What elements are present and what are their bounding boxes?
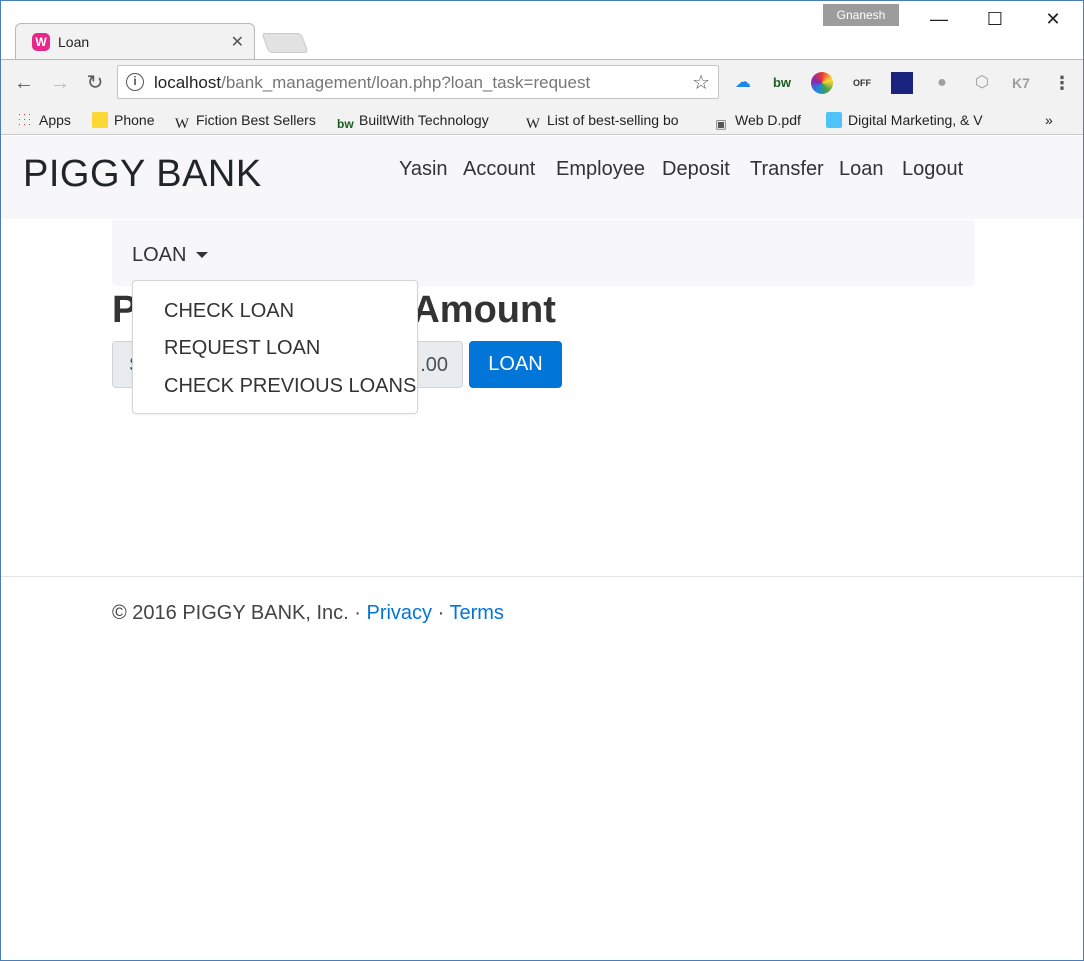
bookmark-list[interactable]: W List of best-selling bo [525, 109, 695, 131]
loan-subnav: LOAN [112, 220, 975, 286]
minimize-icon[interactable]: — [911, 5, 967, 33]
close-window-icon[interactable]: ✕ [1025, 5, 1081, 33]
tab-title: Loan [58, 34, 90, 50]
info-icon[interactable]: i [126, 73, 144, 91]
terms-link[interactable]: Terms [449, 602, 503, 624]
bookmark-label: Digital Marketing, & V [848, 112, 983, 128]
cube-icon[interactable]: ⬡ [971, 72, 993, 94]
wikipedia-icon: W [525, 116, 541, 131]
nav-loan[interactable]: Loan [839, 158, 884, 181]
nav-employee[interactable]: Employee [556, 158, 645, 181]
url-host: localhost [154, 73, 222, 92]
nav-logout[interactable]: Logout [902, 158, 963, 181]
apps-grid-icon [17, 112, 33, 128]
image-icon[interactable] [891, 72, 913, 94]
close-tab-icon[interactable]: ✕ [231, 32, 244, 52]
footer-divider [1, 576, 1083, 577]
page-icon [826, 112, 842, 128]
bookmark-label: Fiction Best Sellers [196, 112, 316, 128]
bw-icon[interactable]: bw [771, 72, 793, 94]
bookmark-fiction[interactable]: W Fiction Best Sellers [174, 109, 316, 132]
menu-icon[interactable]: ⋮ [1051, 72, 1073, 94]
bookmark-star-icon[interactable]: ☆ [692, 70, 710, 95]
bookmark-builtwith[interactable]: bw BuiltWith Technology [337, 109, 489, 131]
footer-separator: · [432, 602, 450, 624]
bookmark-digital[interactable]: Digital Marketing, & V [826, 109, 998, 131]
menu-item-check-previous-loans[interactable]: CHECK PREVIOUS LOANS [164, 375, 416, 398]
bookmark-label: Apps [39, 112, 71, 128]
caret-down-icon [196, 252, 209, 258]
site-navbar: PIGGY BANK Yasin Account Employee Deposi… [1, 136, 1083, 219]
wamp-favicon-icon: W [32, 33, 50, 51]
nav-user[interactable]: Yasin [399, 158, 448, 181]
reload-icon[interactable]: ↻ [82, 70, 108, 96]
pdf-icon: ▣ [715, 117, 727, 131]
profile-badge[interactable]: Gnanesh [823, 4, 899, 26]
browser-tab[interactable]: W Loan ✕ [15, 23, 255, 60]
browser-window: W Loan ✕ Gnanesh — ☐ ✕ ← → ↻ i localhost… [0, 0, 1084, 961]
url-path: /bank_management/loan.php?loan_task=requ… [221, 73, 591, 92]
bookmark-apps[interactable]: Apps [17, 109, 71, 131]
maximize-icon[interactable]: ☐ [967, 5, 1023, 33]
page-footer: © 2016 PIGGY BANK, Inc. · Privacy · Term… [112, 602, 504, 625]
loan-dropdown-toggle[interactable]: LOAN [132, 244, 209, 267]
new-tab-button[interactable] [261, 33, 309, 53]
nav-account[interactable]: Account [463, 158, 535, 181]
privacy-link[interactable]: Privacy [366, 602, 432, 624]
menu-item-check-loan[interactable]: CHECK LOAN [164, 300, 294, 323]
loan-submit-button[interactable]: LOAN [469, 341, 562, 388]
bookmark-label: Phone [114, 112, 155, 128]
address-bar[interactable]: i localhost/bank_management/loan.php?loa… [117, 65, 719, 99]
bookmark-label: List of best-selling bo [547, 112, 679, 128]
globe-icon[interactable]: ● [931, 72, 953, 94]
nav-transfer[interactable]: Transfer [750, 158, 824, 181]
color-wheel-icon[interactable] [811, 72, 833, 94]
brand-logo[interactable]: PIGGY BANK [23, 153, 262, 196]
folder-icon [92, 112, 108, 128]
amount-suffix: .00 [420, 354, 448, 376]
wikipedia-icon: W [174, 116, 190, 132]
bookmarks-overflow-button[interactable]: » [1045, 109, 1053, 131]
loan-dropdown-menu: CHECK LOAN REQUEST LOAN CHECK PREVIOUS L… [132, 280, 418, 414]
bookmarks-bar: Apps Phone W Fiction Best Sellers bw Built… [1, 105, 1083, 135]
nav-deposit[interactable]: Deposit [662, 158, 730, 181]
bw-icon: bw [337, 117, 354, 131]
menu-item-request-loan[interactable]: REQUEST LOAN [164, 337, 320, 360]
bookmark-label: Web D.pdf [735, 112, 801, 128]
loan-toggle-label: LOAN [132, 244, 187, 266]
bookmark-phone[interactable]: Phone [92, 109, 154, 131]
cloud-icon[interactable]: ☁ [732, 72, 754, 94]
copyright-text: © 2016 PIGGY BANK, Inc. · [112, 602, 367, 624]
back-arrow-icon[interactable]: ← [11, 70, 37, 96]
bookmark-webd[interactable]: ▣ Web D.pdf [713, 109, 801, 131]
forward-arrow-icon[interactable]: → [47, 70, 73, 96]
k7-icon[interactable]: K7 [1010, 72, 1032, 94]
heading-end: Amount [412, 289, 556, 331]
title-bar: W Loan ✕ Gnanesh — ☐ ✕ [1, 1, 1083, 60]
browser-toolbar: ← → ↻ i localhost/bank_management/loan.p… [1, 59, 1083, 105]
bookmark-label: BuiltWith Technology [359, 112, 489, 128]
url-text[interactable]: localhost/bank_management/loan.php?loan_… [154, 73, 590, 93]
off-icon[interactable]: OFF [851, 72, 873, 94]
